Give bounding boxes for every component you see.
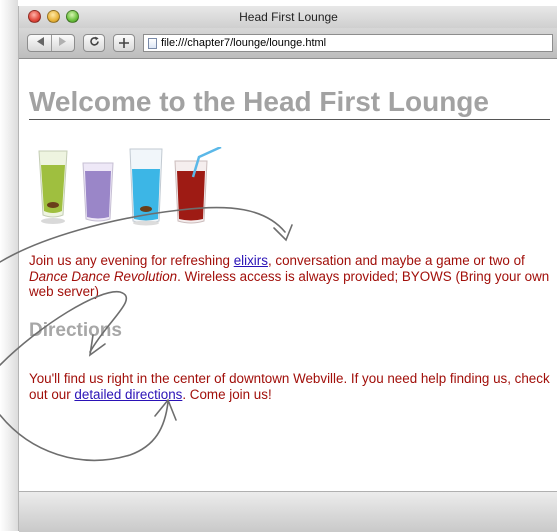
page-content: Welcome to the Head First Lounge Join us… — [19, 59, 557, 491]
forward-arrow-icon[interactable] — [58, 37, 66, 49]
intro-text-middle: , conversation and maybe a game or two o… — [267, 253, 525, 268]
add-bookmark-icon — [119, 35, 129, 51]
intro-paragraph: Join us any evening for refreshing elixi… — [29, 253, 551, 300]
directions-text-end: . Come join us! — [182, 386, 272, 402]
address-url[interactable]: file:///chapter7/lounge/lounge.html — [161, 37, 326, 49]
toolbar-divider — [50, 35, 52, 51]
intro-text-start: Join us any evening for refreshing — [29, 253, 234, 268]
green-drink-glass — [38, 150, 68, 224]
game-title: Dance Dance Revolution — [29, 268, 178, 284]
back-forward-buttons[interactable] — [27, 34, 75, 52]
add-bookmark-button[interactable] — [113, 34, 135, 52]
directions-paragraph: You'll find us right in the center of do… — [29, 371, 551, 402]
red-drink-glass — [174, 147, 222, 224]
back-arrow-icon[interactable] — [36, 37, 45, 49]
directions-link[interactable]: detailed directions — [74, 387, 182, 402]
drinks-image — [38, 147, 222, 226]
address-bar[interactable]: file:///chapter7/lounge/lounge.html — [143, 34, 553, 52]
page-heading: Welcome to the Head First Lounge — [29, 85, 550, 120]
page-icon — [148, 37, 157, 49]
browser-toolbar: file:///chapter7/lounge/lounge.html — [19, 28, 557, 59]
purple-drink-glass — [82, 162, 114, 222]
elixirs-link[interactable]: elixirs — [234, 253, 268, 268]
status-bar — [19, 491, 557, 532]
browser-window: Head First Lounge file:///chapter7/loung… — [18, 6, 557, 532]
window-shadow — [0, 0, 18, 531]
reload-icon — [89, 36, 100, 50]
blue-drink-glass — [129, 148, 163, 226]
reload-button[interactable] — [83, 34, 105, 52]
title-bar[interactable]: Head First Lounge — [19, 6, 557, 29]
directions-heading: Directions — [29, 320, 122, 341]
window-title: Head First Lounge — [239, 10, 338, 24]
